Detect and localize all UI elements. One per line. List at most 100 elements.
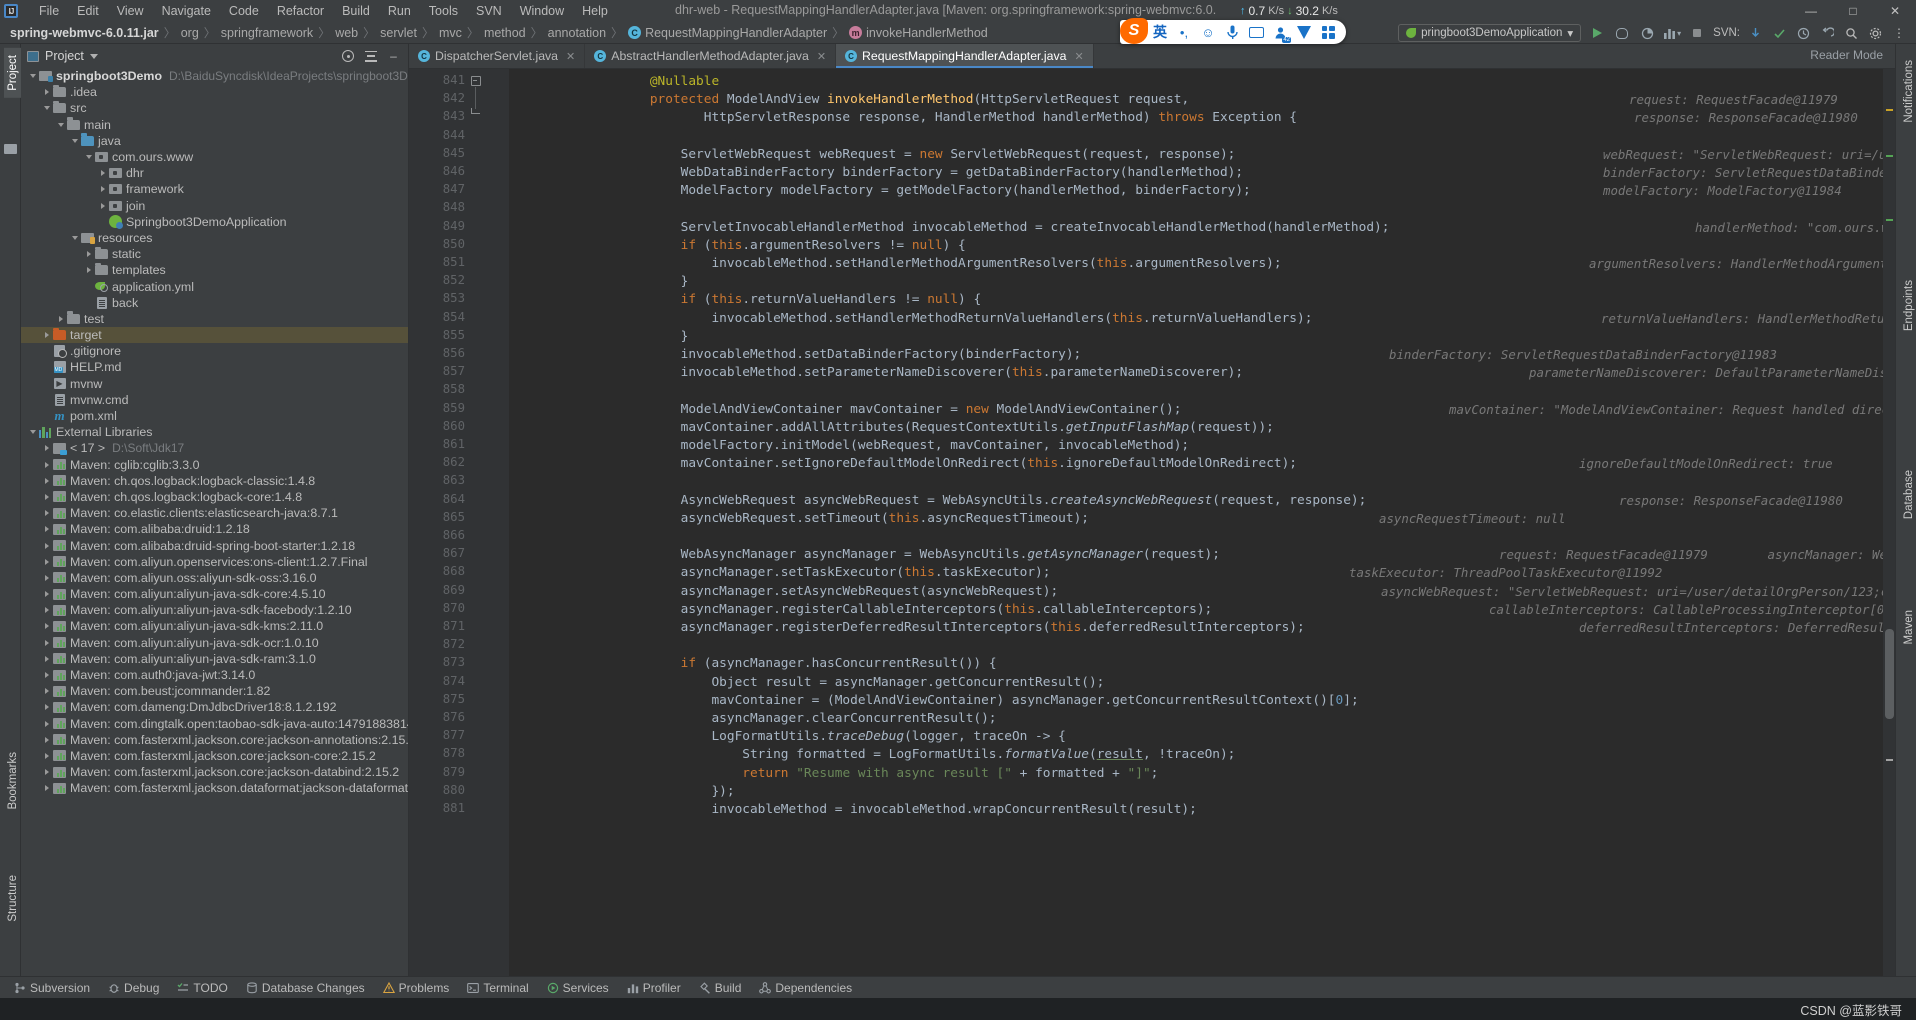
menu-item-view[interactable]: View — [108, 2, 153, 20]
chevron-right-icon[interactable] — [41, 769, 52, 775]
code-line[interactable]: asyncManager.setTaskExecutor(this.taskEx… — [619, 564, 1051, 582]
chevron-right-icon[interactable] — [41, 591, 52, 597]
collapse-all-icon[interactable] — [362, 48, 379, 65]
chevron-right-icon[interactable] — [41, 526, 52, 532]
status-bar-item-terminal[interactable]: Terminal — [459, 979, 536, 997]
project-tool-window[interactable]: Project – springboot3Demo D:\BaiduSyncdis… — [21, 44, 409, 976]
code-line[interactable]: invocableMethod.setDataBinderFactory(bin… — [619, 346, 1082, 364]
tree-item[interactable]: Maven: com.fasterxml.jackson.core:jackso… — [21, 764, 408, 780]
menu-item-code[interactable]: Code — [220, 2, 268, 20]
chevron-right-icon[interactable] — [83, 267, 94, 273]
status-bar-item-subversion[interactable]: Subversion — [6, 979, 98, 997]
tree-item[interactable]: back — [21, 295, 408, 311]
scrollbar-thumb[interactable] — [1885, 629, 1894, 719]
tree-item[interactable]: Maven: com.aliyun:aliyun-java-sdk-kms:2.… — [21, 618, 408, 634]
ime-skin-icon[interactable] — [1292, 20, 1316, 44]
code-line[interactable]: ServletWebRequest webRequest = new Servl… — [619, 146, 1236, 164]
tree-item[interactable]: Maven: co.elastic.clients:elasticsearch-… — [21, 505, 408, 521]
chevron-right-icon[interactable] — [41, 494, 52, 500]
tree-item[interactable]: External Libraries — [21, 424, 408, 440]
code-line[interactable]: if (this.argumentResolvers != null) { — [619, 237, 966, 255]
status-bar-item-dependencies[interactable]: Dependencies — [751, 979, 860, 997]
status-bar-item-database-changes[interactable]: Database Changes — [238, 979, 373, 997]
chevron-right-icon[interactable] — [83, 251, 94, 257]
chevron-down-icon[interactable] — [27, 430, 38, 434]
tree-item[interactable]: java — [21, 133, 408, 149]
minimize-button[interactable]: — — [1790, 0, 1832, 22]
fold-marker-icon[interactable] — [471, 76, 481, 86]
scrollbar-marker[interactable] — [1886, 219, 1893, 221]
chevron-right-icon[interactable] — [41, 704, 52, 710]
svn-history-icon[interactable] — [1794, 24, 1812, 42]
tree-item[interactable]: templates — [21, 262, 408, 278]
code-line[interactable]: }); — [619, 783, 734, 801]
ime-punctuation-toggle[interactable]: •, — [1172, 20, 1196, 44]
menu-item-tools[interactable]: Tools — [420, 2, 467, 20]
tree-item[interactable]: HELP.md — [21, 359, 408, 375]
right-tool-strip[interactable]: Notifications Endpoints Database Maven — [1895, 44, 1916, 976]
chevron-down-icon[interactable] — [83, 155, 94, 159]
tree-item[interactable]: Maven: com.aliyun.openservices:ons-clien… — [21, 554, 408, 570]
chevron-right-icon[interactable] — [41, 510, 52, 516]
code-line[interactable]: protected ModelAndView invokeHandlerMeth… — [619, 91, 1197, 109]
project-panel-header[interactable]: Project – — [21, 44, 408, 68]
code-line[interactable]: mavContainer.addAllAttributes(RequestCon… — [619, 419, 1274, 437]
close-tab-icon[interactable]: ✕ — [566, 50, 575, 63]
editor-area[interactable]: C DispatcherServlet.java ✕ C AbstractHandler… — [409, 44, 1895, 976]
tree-item[interactable]: Springboot3DemoApplication — [21, 214, 408, 230]
tree-item[interactable]: target — [21, 327, 408, 344]
tool-window-tab-database[interactable]: Database — [1900, 464, 1916, 525]
chevron-right-icon[interactable] — [41, 559, 52, 565]
code-line[interactable]: invocableMethod.setHandlerMethodReturnVa… — [619, 310, 1312, 328]
breadcrumb-item-6[interactable]: method — [484, 26, 526, 40]
breadcrumb-item-5[interactable]: mvc — [439, 26, 462, 40]
menu-item-file[interactable]: File — [30, 2, 68, 20]
run-button[interactable] — [1588, 24, 1606, 42]
menu-item-window[interactable]: Window — [511, 2, 573, 20]
chevron-down-icon[interactable] — [89, 53, 98, 59]
code-line[interactable]: LogFormatUtils.traceDebug(logger, traceO… — [619, 728, 1065, 746]
tree-item[interactable]: com.ours.www — [21, 149, 408, 165]
scrollbar-marker[interactable] — [1886, 109, 1893, 111]
code-line[interactable]: if (asyncManager.hasConcurrentResult()) … — [619, 655, 997, 673]
hide-panel-icon[interactable]: – — [385, 48, 402, 65]
code-line[interactable]: mavContainer.setIgnoreDefaultModelOnRedi… — [619, 455, 1297, 473]
menu-item-edit[interactable]: Edit — [68, 2, 108, 20]
chevron-down-icon[interactable] — [55, 123, 66, 127]
settings-gear-icon[interactable] — [1866, 24, 1884, 42]
scrollbar-marker[interactable] — [1886, 759, 1893, 761]
run-with-coverage-button[interactable] — [1638, 24, 1656, 42]
code-line[interactable]: HttpServletResponse response, HandlerMet… — [619, 109, 1297, 127]
chevron-right-icon[interactable] — [41, 623, 52, 629]
code-line[interactable]: mavContainer = (ModelAndViewContainer) a… — [619, 692, 1358, 710]
tree-item[interactable]: m pom.xml — [21, 408, 408, 424]
chevron-right-icon[interactable] — [41, 332, 52, 338]
breadcrumb-item-2[interactable]: springframework — [221, 26, 313, 40]
breadcrumb-item-4[interactable]: servlet — [380, 26, 417, 40]
code-line[interactable]: Object result = asyncManager.getConcurre… — [619, 674, 1104, 692]
code-viewport[interactable]: 841 842 843 844 845 846 847 848 849 850 851 852 853 8… — [409, 69, 1895, 976]
code-line[interactable]: } — [619, 273, 689, 291]
tree-item[interactable]: src — [21, 100, 408, 116]
code-line[interactable]: AsyncWebRequest asyncWebRequest = WebAsy… — [619, 492, 1367, 510]
tree-item[interactable]: Maven: com.alibaba:druid:1.2.18 — [21, 521, 408, 537]
project-tree[interactable]: springboot3Demo D:\BaiduSyncdisk\IdeaProj… — [21, 68, 408, 796]
commit-tool-icon[interactable] — [4, 144, 17, 154]
tree-item[interactable]: .idea — [21, 84, 408, 100]
left-tool-strip[interactable]: Project Bookmarks Structure — [0, 44, 22, 976]
tree-item[interactable]: Maven: com.fasterxml.jackson.core:jackso… — [21, 732, 408, 748]
close-tab-icon[interactable]: ✕ — [1074, 50, 1083, 63]
editor-tab-1[interactable]: C AbstractHandlerMethodAdapter.java ✕ — [585, 44, 837, 68]
status-bar-item-build[interactable]: Build — [691, 979, 750, 997]
code-line[interactable]: ServletInvocableHandlerMethod invocableM… — [619, 219, 1390, 237]
profiler-button[interactable]: ▾ — [1663, 24, 1681, 42]
menu-item-run[interactable]: Run — [379, 2, 420, 20]
status-bar-item-debug[interactable]: Debug — [100, 979, 167, 997]
chevron-right-icon[interactable] — [41, 656, 52, 662]
code-line[interactable]: invocableMethod = invocableMethod.wrapCo… — [619, 801, 1196, 819]
code-content[interactable]: @Nullable protected ModelAndView invokeH… — [609, 69, 1883, 976]
status-bar-item-problems[interactable]: Problems — [375, 979, 458, 997]
chevron-right-icon[interactable] — [41, 672, 52, 678]
tree-item[interactable]: mvnw.cmd — [21, 392, 408, 408]
tool-window-tab-maven[interactable]: Maven — [1900, 604, 1916, 651]
